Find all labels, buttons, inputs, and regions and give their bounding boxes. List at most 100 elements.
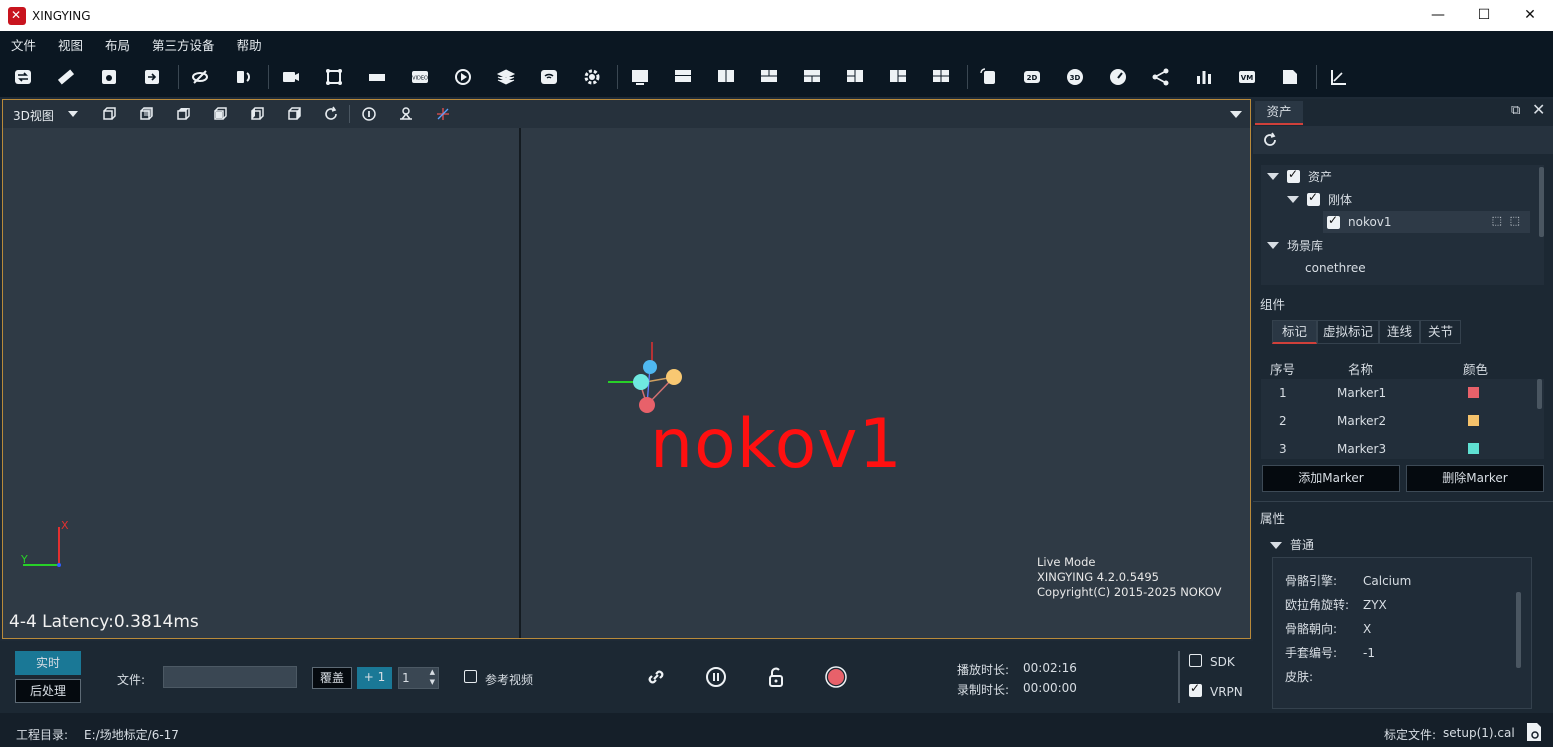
settings-gear-icon[interactable] xyxy=(580,65,604,89)
playback-icon[interactable] xyxy=(451,65,475,89)
marker-color-swatch[interactable] xyxy=(1468,387,1479,398)
marker-sphere[interactable] xyxy=(633,374,649,390)
overwrite-button[interactable]: 覆盖 xyxy=(312,667,352,689)
rigid-edit-icon[interactable]: ⬚ xyxy=(1492,214,1502,227)
delete-marker-button[interactable]: 删除Marker xyxy=(1406,465,1544,492)
pause-icon[interactable] xyxy=(704,665,728,689)
menu-view[interactable]: 视图 xyxy=(47,35,94,54)
prop-row[interactable]: 骨骼朝向: X xyxy=(1285,620,1371,637)
ref-video-checkbox[interactable] xyxy=(464,670,477,683)
prop-row[interactable]: 手套编号: -1 xyxy=(1285,644,1375,661)
rotate-screen-icon[interactable] xyxy=(977,65,1001,89)
rigid-settings-icon[interactable]: ⬚ xyxy=(1510,214,1520,227)
menu-layout[interactable]: 布局 xyxy=(94,35,141,54)
gauge-icon[interactable] xyxy=(1106,65,1130,89)
marker-color-swatch[interactable] xyxy=(1468,443,1479,454)
layout-single-icon[interactable] xyxy=(628,65,652,89)
calibration-icon[interactable] xyxy=(322,65,346,89)
video-icon[interactable]: VIDEO xyxy=(408,65,432,89)
info-icon[interactable] xyxy=(359,104,379,124)
layout-two-cols-icon[interactable] xyxy=(714,65,738,89)
postprocess-button[interactable]: 后处理 xyxy=(15,679,81,703)
reset-view-icon[interactable] xyxy=(321,104,341,124)
menu-file[interactable]: 文件 xyxy=(0,35,47,54)
layout-two-rows-icon[interactable] xyxy=(671,65,695,89)
cube-bottom-icon[interactable] xyxy=(210,104,230,124)
wifi-device-icon[interactable] xyxy=(537,65,561,89)
calib-file-icon[interactable] xyxy=(1524,721,1544,743)
table-row[interactable]: 1 Marker1 xyxy=(1261,379,1533,407)
layout-grid-icon[interactable] xyxy=(757,65,781,89)
cube-front-icon[interactable] xyxy=(99,104,119,124)
spin-up-icon[interactable]: ▲ xyxy=(430,668,435,676)
cube-right-icon[interactable] xyxy=(284,104,304,124)
cube-left-icon[interactable] xyxy=(247,104,267,124)
realtime-button[interactable]: 实时 xyxy=(15,651,81,675)
axis-tool-icon[interactable] xyxy=(1326,65,1350,89)
marker-sphere[interactable] xyxy=(666,369,682,385)
axis-gizmo-icon[interactable] xyxy=(433,104,453,124)
assets-checkbox[interactable] xyxy=(1287,167,1300,183)
nokov1-checkbox[interactable] xyxy=(1327,213,1340,229)
close-button[interactable]: ✕ xyxy=(1507,0,1553,31)
minimize-button[interactable]: — xyxy=(1415,0,1461,31)
tree-node-assets[interactable]: 资产 xyxy=(1267,165,1332,187)
view-3d-icon[interactable]: 3D xyxy=(1063,65,1087,89)
menu-help[interactable]: 帮助 xyxy=(226,35,273,54)
prop-row[interactable]: 骨骼引擎: Calcium xyxy=(1285,572,1411,589)
plus-one-button[interactable]: + 1 xyxy=(357,667,392,689)
close-panel-icon[interactable]: ✕ xyxy=(1532,100,1545,119)
layout-left-split-icon[interactable] xyxy=(843,65,867,89)
bar-chart-icon[interactable] xyxy=(1192,65,1216,89)
marker-sphere[interactable] xyxy=(643,360,657,374)
viewport-split-divider[interactable] xyxy=(519,128,521,638)
table-row[interactable]: 2 Marker2 xyxy=(1261,407,1533,435)
save-as-icon[interactable] xyxy=(140,65,164,89)
prop-row[interactable]: 欧拉角旋转: ZYX xyxy=(1285,596,1387,613)
maximize-button[interactable]: ☐ xyxy=(1461,0,1507,31)
tree-scrollbar[interactable] xyxy=(1539,167,1544,237)
viewport-menu-chevron-icon[interactable] xyxy=(1230,111,1242,118)
tracking-device-icon[interactable] xyxy=(396,104,416,124)
tab-markers[interactable]: 标记 xyxy=(1272,320,1317,344)
table-row[interactable]: 3 Marker3 xyxy=(1261,435,1533,459)
camera-icon[interactable] xyxy=(279,65,303,89)
layers-icon[interactable] xyxy=(494,65,518,89)
tab-links[interactable]: 连线 xyxy=(1379,320,1420,344)
props-scrollbar[interactable] xyxy=(1516,592,1521,668)
record-icon[interactable] xyxy=(824,665,848,689)
cube-back-icon[interactable] xyxy=(136,104,156,124)
float-panel-icon[interactable]: ⧉ xyxy=(1511,103,1520,118)
document-icon[interactable] xyxy=(1278,65,1302,89)
layout-right-split-icon[interactable] xyxy=(886,65,910,89)
skeleton-graph-icon[interactable] xyxy=(1149,65,1173,89)
tree-node-nokov1[interactable]: nokov1 ⬚ ⬚ xyxy=(1323,211,1530,233)
unlock-icon[interactable] xyxy=(764,665,788,689)
tree-node-rigid[interactable]: 刚体 xyxy=(1287,188,1352,210)
prop-row[interactable]: 皮肤: xyxy=(1285,668,1363,685)
rigid-checkbox[interactable] xyxy=(1307,190,1320,206)
view-mode-chevron-icon[interactable] xyxy=(68,111,78,117)
view-mode-select[interactable]: 3D视图 xyxy=(13,107,54,124)
viewport-3d[interactable]: 3D视图 X Y nokov1 4-4 Latency:0.3814ms Liv… xyxy=(2,99,1251,639)
vrpn-checkbox[interactable] xyxy=(1189,681,1202,697)
tab-assets[interactable]: 资产 xyxy=(1255,101,1303,125)
measure-icon[interactable] xyxy=(365,65,389,89)
menu-third-party[interactable]: 第三方设备 xyxy=(141,35,226,54)
layout-top-split-icon[interactable] xyxy=(800,65,824,89)
tab-joints[interactable]: 关节 xyxy=(1420,320,1461,344)
tree-node-conethree[interactable]: conethree xyxy=(1305,257,1366,279)
link-icon[interactable] xyxy=(644,665,668,689)
marker-table-scrollbar[interactable] xyxy=(1537,379,1542,409)
props-group-toggle[interactable]: 普通 xyxy=(1270,536,1314,553)
spin-down-icon[interactable]: ▼ xyxy=(430,678,435,686)
ruler-icon[interactable] xyxy=(54,65,78,89)
file-input[interactable] xyxy=(163,666,297,688)
camera-link-icon[interactable] xyxy=(231,65,255,89)
refresh-icon[interactable] xyxy=(1261,131,1279,149)
save-icon[interactable] xyxy=(97,65,121,89)
open-project-icon[interactable] xyxy=(11,65,35,89)
cube-top-icon[interactable] xyxy=(173,104,193,124)
add-marker-button[interactable]: 添加Marker xyxy=(1262,465,1400,492)
view-2d-icon[interactable]: 2D xyxy=(1020,65,1044,89)
